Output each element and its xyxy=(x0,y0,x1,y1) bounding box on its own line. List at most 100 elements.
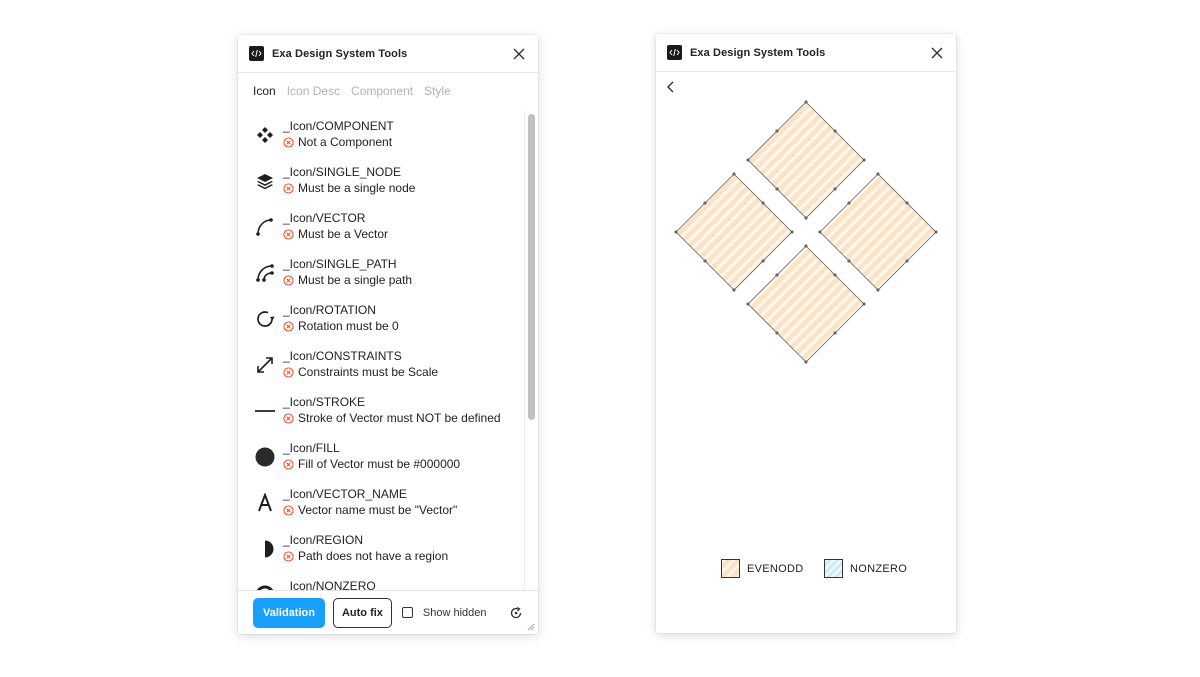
item-error-text: Path does not have a region xyxy=(298,549,449,563)
error-icon xyxy=(283,458,294,470)
item-name: _Icon/SINGLE_PATH xyxy=(283,257,397,271)
vertex-handle xyxy=(761,201,765,205)
vertex-handle xyxy=(847,201,851,205)
vertex-handle xyxy=(703,201,707,205)
validation-button[interactable]: Validation xyxy=(253,597,325,628)
item-name: _Icon/ROTATION xyxy=(283,303,376,317)
window-title: Exa Design System Tools xyxy=(272,47,408,60)
item-error: Rotation must be 0 xyxy=(283,319,399,333)
item-error-text: Must be a Vector xyxy=(298,227,389,241)
list-item[interactable]: _Icon/NONZERO xyxy=(252,572,538,591)
vertex-handle xyxy=(833,273,837,277)
item-error-text: Must be a single path xyxy=(298,273,413,287)
vertex-handle xyxy=(833,187,837,191)
vertex-handle xyxy=(833,129,837,133)
item-error: Vector name must be "Vector" xyxy=(283,503,457,517)
validation-list: _Icon/COMPONENT Not a Component _Icon/SI… xyxy=(238,112,538,591)
resize-handle-icon[interactable] xyxy=(527,623,535,631)
tab-style[interactable]: Style xyxy=(424,84,451,98)
item-error-text: Rotation must be 0 xyxy=(298,319,399,333)
error-icon xyxy=(283,320,294,332)
vertex-handle xyxy=(818,230,822,234)
error-icon xyxy=(283,412,294,424)
vertex-handle xyxy=(732,172,736,176)
vertex-handle xyxy=(775,273,779,277)
list-item[interactable]: _Icon/REGION Path does not have a region xyxy=(252,526,538,572)
tab-component[interactable]: Component xyxy=(351,84,413,98)
item-error: Must be a single path xyxy=(283,273,412,287)
letter-a-icon xyxy=(254,492,276,514)
fill-circle-icon xyxy=(254,446,276,468)
close-icon[interactable] xyxy=(512,47,526,61)
show-hidden-checkbox[interactable] xyxy=(401,607,413,618)
diamond-path xyxy=(675,173,793,291)
auto-fix-button[interactable]: Auto fix xyxy=(332,597,392,628)
item-name: _Icon/VECTOR xyxy=(283,211,366,225)
error-icon xyxy=(283,550,294,562)
legend-label: EVENODD xyxy=(747,562,804,575)
list-item[interactable]: _Icon/VECTOR Must be a Vector xyxy=(252,204,538,250)
vertex-handle xyxy=(804,216,808,220)
item-error: Not a Component xyxy=(283,135,392,149)
item-error: Must be a Vector xyxy=(283,227,388,241)
list-item[interactable]: _Icon/VECTOR_NAME Vector name must be "V… xyxy=(252,480,538,526)
list-item[interactable]: _Icon/SINGLE_NODE Must be a single node xyxy=(252,158,538,204)
list-item[interactable]: _Icon/CONSTRAINTS Constraints must be Sc… xyxy=(252,342,538,388)
item-error: Path does not have a region xyxy=(283,549,448,563)
error-icon xyxy=(283,366,294,378)
vertex-handle xyxy=(703,259,707,263)
legend-label: NONZERO xyxy=(850,562,908,575)
item-error: Fill of Vector must be #000000 xyxy=(283,457,460,471)
tab-icon-desc[interactable]: Icon Desc xyxy=(287,84,340,98)
tab-bar: Icon Icon Desc Component Style xyxy=(238,73,538,109)
item-error-text: Stroke of Vector must NOT be defined xyxy=(298,411,501,425)
list-item[interactable]: _Icon/COMPONENT Not a Component xyxy=(252,112,538,158)
item-name: _Icon/COMPONENT xyxy=(283,119,394,133)
list-item[interactable]: _Icon/FILL Fill of Vector must be #00000… xyxy=(252,434,538,480)
item-error: Stroke of Vector must NOT be defined xyxy=(283,411,501,425)
item-error: Must be a single node xyxy=(283,181,415,195)
item-name: _Icon/VECTOR_NAME xyxy=(283,487,407,501)
vertex-handle xyxy=(732,288,736,292)
vertex-handle xyxy=(934,230,938,234)
list-item[interactable]: _Icon/ROTATION Rotation must be 0 xyxy=(252,296,538,342)
vertex-handle xyxy=(746,302,750,306)
tab-icon[interactable]: Icon xyxy=(253,84,276,98)
item-error: Constraints must be Scale xyxy=(283,365,438,379)
vertex-handle xyxy=(775,331,779,335)
scrollbar-thumb[interactable] xyxy=(528,114,535,420)
error-icon xyxy=(283,136,294,148)
vertex-handle xyxy=(775,187,779,191)
vertex-handle xyxy=(775,129,779,133)
vector-path-icon xyxy=(254,216,276,238)
legend-evenodd: EVENODD xyxy=(721,559,804,578)
refresh-icon[interactable] xyxy=(509,606,523,620)
scale-arrows-icon xyxy=(254,354,276,376)
half-circle-icon xyxy=(254,538,276,560)
vertex-handle xyxy=(833,331,837,335)
vector-preview xyxy=(674,100,938,364)
component-shape xyxy=(674,100,938,364)
validation-panel: Exa Design System Tools Icon Icon Desc C… xyxy=(238,35,538,634)
item-error-text: Constraints must be Scale xyxy=(298,365,439,379)
vertex-handle xyxy=(804,244,808,248)
preview-panel: Exa Design System Tools EVENODD NONZERO xyxy=(656,34,956,633)
vertex-handle xyxy=(905,259,909,263)
evenodd-swatch-icon xyxy=(721,559,740,578)
list-item[interactable]: _Icon/SINGLE_PATH Must be a single path xyxy=(252,250,538,296)
vertex-handle xyxy=(804,100,808,104)
vertex-handle xyxy=(905,201,909,205)
vertex-handle xyxy=(876,288,880,292)
error-icon xyxy=(283,274,294,286)
vertex-handle xyxy=(746,158,750,162)
multi-path-icon xyxy=(254,262,276,284)
legend-nonzero: NONZERO xyxy=(824,559,907,578)
vertex-handle xyxy=(862,158,866,162)
vertex-handle xyxy=(674,230,678,234)
item-error-text: Vector name must be "Vector" xyxy=(298,503,458,517)
vertex-handle xyxy=(876,172,880,176)
item-error-text: Not a Component xyxy=(298,135,393,149)
list-item[interactable]: _Icon/STROKE Stroke of Vector must NOT b… xyxy=(252,388,538,434)
nonzero-swatch-icon xyxy=(824,559,843,578)
code-icon xyxy=(249,46,264,61)
